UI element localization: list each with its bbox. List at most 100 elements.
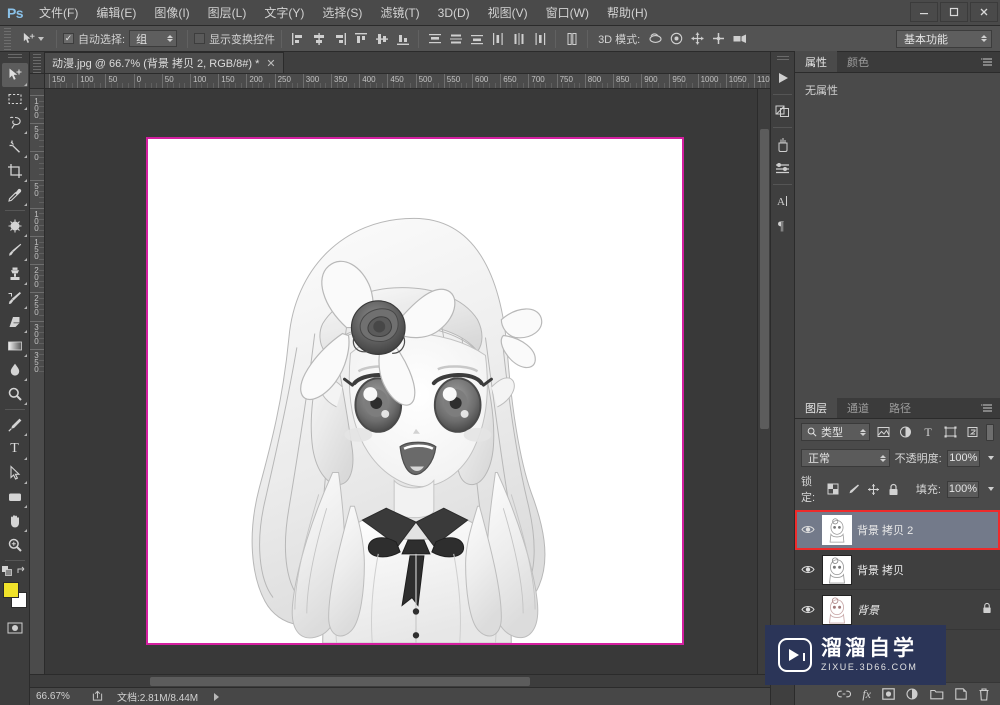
- menu-item-type[interactable]: 文字(Y): [255, 0, 313, 26]
- layer-comps-icon[interactable]: [771, 99, 794, 123]
- layer-name[interactable]: 背景 拷贝: [857, 562, 996, 578]
- pan-3d-button[interactable]: [688, 29, 707, 48]
- filter-type-layers-icon[interactable]: T: [919, 423, 936, 441]
- properties-panel-menu-icon[interactable]: [981, 57, 995, 70]
- swap-colors-icon[interactable]: [17, 566, 28, 576]
- tool-path-selection[interactable]: [2, 461, 28, 485]
- distribute-bottom-edges-button[interactable]: [467, 29, 486, 48]
- tool-quick-selection[interactable]: [2, 135, 28, 159]
- document-tab-grip[interactable]: [33, 51, 41, 73]
- tool-crop[interactable]: [2, 159, 28, 183]
- tool-type[interactable]: T: [2, 437, 28, 461]
- layer-name[interactable]: 背景 拷贝 2: [857, 522, 996, 538]
- lock-position-icon[interactable]: [866, 480, 880, 498]
- canvas-vertical-scrollbar[interactable]: [757, 89, 770, 674]
- align-vertical-centers-button[interactable]: [372, 29, 391, 48]
- auto-align-layers-button[interactable]: [562, 29, 581, 48]
- tab-channels[interactable]: 通道: [837, 397, 879, 418]
- table-row[interactable]: 背景 拷贝 2: [795, 510, 1000, 550]
- tool-blur[interactable]: [2, 358, 28, 382]
- delete-layer-icon[interactable]: [978, 687, 990, 701]
- options-bar-grip[interactable]: [4, 27, 11, 50]
- align-right-edges-button[interactable]: [330, 29, 349, 48]
- slide-3d-button[interactable]: [709, 29, 728, 48]
- tool-clone-stamp[interactable]: [2, 262, 28, 286]
- status-expand-arrow-icon[interactable]: [214, 692, 220, 701]
- tool-preset-picker[interactable]: [16, 32, 50, 45]
- distribute-horizontal-centers-button[interactable]: [509, 29, 528, 48]
- align-top-edges-button[interactable]: [351, 29, 370, 48]
- brush-panel-icon[interactable]: [771, 156, 794, 180]
- tool-brush[interactable]: [2, 238, 28, 262]
- menu-item-select[interactable]: 选择(S): [313, 0, 371, 26]
- layer-thumbnail[interactable]: [822, 554, 852, 585]
- menu-item-file[interactable]: 文件(F): [30, 0, 87, 26]
- tool-move[interactable]: [1, 63, 28, 87]
- menu-item-help[interactable]: 帮助(H): [598, 0, 657, 26]
- tool-gradient[interactable]: [2, 334, 28, 358]
- distribute-top-edges-button[interactable]: [425, 29, 444, 48]
- ruler-corner[interactable]: [30, 74, 45, 89]
- filter-smart-objects-icon[interactable]: [964, 423, 981, 441]
- opacity-caret-icon[interactable]: [988, 456, 994, 460]
- layer-thumbnail[interactable]: [822, 514, 852, 545]
- auto-select-scope-dropdown[interactable]: 组: [129, 30, 178, 47]
- distribute-vertical-centers-button[interactable]: [446, 29, 465, 48]
- show-transform-checkbox[interactable]: [194, 33, 206, 44]
- scale-3d-button[interactable]: [730, 29, 749, 48]
- filter-pixel-layers-icon[interactable]: [875, 423, 892, 441]
- rotate-3d-button[interactable]: [646, 29, 665, 48]
- tool-eyedropper[interactable]: [2, 183, 28, 207]
- roll-3d-button[interactable]: [667, 29, 686, 48]
- fill-caret-icon[interactable]: [988, 487, 994, 491]
- menu-item-window[interactable]: 窗口(W): [537, 0, 598, 26]
- rail-grip[interactable]: [776, 56, 789, 62]
- layer-filter-type-dropdown[interactable]: 类型: [801, 423, 871, 441]
- menu-item-edit[interactable]: 编辑(E): [87, 0, 145, 26]
- horizontal-scroll-thumb[interactable]: [150, 677, 530, 686]
- layer-style-icon[interactable]: fx: [862, 687, 871, 702]
- menu-item-image[interactable]: 图像(I): [145, 0, 198, 26]
- align-bottom-edges-button[interactable]: [393, 29, 412, 48]
- layer-thumbnail[interactable]: [822, 594, 852, 625]
- default-colors-icon[interactable]: [1, 566, 12, 576]
- tool-hand[interactable]: [2, 509, 28, 533]
- lock-transparent-pixels-icon[interactable]: [826, 480, 840, 498]
- tool-pen[interactable]: [2, 413, 28, 437]
- vertical-ruler[interactable]: 100 50 0 50 100 150 200 250 300 350: [30, 89, 45, 674]
- color-swatches[interactable]: [2, 582, 28, 610]
- vertical-scroll-thumb[interactable]: [760, 129, 769, 429]
- distribute-left-edges-button[interactable]: [488, 29, 507, 48]
- menu-item-3d[interactable]: 3D(D): [429, 0, 479, 26]
- distribute-right-edges-button[interactable]: [530, 29, 549, 48]
- canvas-stage[interactable]: [45, 89, 757, 674]
- table-row[interactable]: 背景 拷贝: [795, 550, 1000, 590]
- table-row[interactable]: 背景: [795, 590, 1000, 630]
- maximize-button[interactable]: [940, 2, 968, 22]
- minimize-button[interactable]: [910, 2, 938, 22]
- layers-panel-menu-icon[interactable]: [981, 403, 995, 416]
- align-left-edges-button[interactable]: [288, 29, 307, 48]
- brush-presets-icon[interactable]: [771, 132, 794, 156]
- new-layer-icon[interactable]: [955, 688, 967, 700]
- auto-select-checkbox[interactable]: ✓: [63, 33, 74, 44]
- adjustment-layer-icon[interactable]: [906, 688, 919, 700]
- align-horizontal-centers-button[interactable]: [309, 29, 328, 48]
- layer-visibility-icon[interactable]: [799, 524, 817, 535]
- lock-image-pixels-icon[interactable]: [846, 480, 860, 498]
- workspace-selector[interactable]: 基本功能: [896, 29, 992, 48]
- menu-item-view[interactable]: 视图(V): [479, 0, 537, 26]
- new-group-icon[interactable]: [930, 689, 944, 700]
- tab-color[interactable]: 颜色: [837, 51, 879, 72]
- tool-lasso[interactable]: [2, 111, 28, 135]
- tool-eraser[interactable]: [2, 310, 28, 334]
- tool-spot-healing[interactable]: [2, 214, 28, 238]
- lock-all-icon[interactable]: [887, 480, 901, 498]
- tool-marquee[interactable]: [2, 87, 28, 111]
- horizontal-ruler[interactable]: 150 100 50 0 50 100 150 200 250 300 350 400 450 500 55…: [45, 74, 770, 89]
- share-icon[interactable]: [92, 690, 103, 704]
- tab-layers[interactable]: 图层: [795, 397, 837, 418]
- filter-shape-layers-icon[interactable]: [942, 423, 959, 441]
- layer-visibility-icon[interactable]: [799, 564, 817, 575]
- document-tab-close-icon[interactable]: ✕: [266, 57, 275, 70]
